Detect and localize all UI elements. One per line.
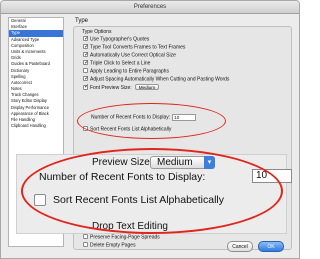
checkbox[interactable] (83, 242, 88, 247)
option-font-preview[interactable]: Font Preview Size:Medium (83, 83, 160, 91)
zoom-drop-text-label: Drop Text Editing (92, 221, 168, 232)
option-label: Font Preview Size: (90, 85, 132, 91)
cancel-button[interactable]: Cancel (227, 241, 253, 252)
option-label: Preserve Facing-Page Spreads (90, 234, 160, 241)
recent-fonts-label: Number of Recent Fonts to Display: (91, 114, 171, 121)
option-label: Use Typographer's Quotes (90, 36, 150, 43)
checkbox[interactable] (83, 75, 89, 82)
checkbox[interactable] (83, 35, 89, 42)
recent-fonts-row: Number of Recent Fonts to Display: 10 (91, 114, 197, 121)
recent-fonts-input[interactable]: 10 (172, 114, 197, 121)
ok-button[interactable]: OK (258, 241, 284, 252)
checkbox[interactable] (83, 234, 88, 239)
window-title: Preferences (1, 1, 299, 14)
option-label: Apply Leading to Entire Paragraphs (90, 68, 169, 75)
checkbox[interactable] (83, 51, 89, 58)
option-optical-size[interactable]: Automatically Use Correct Optical Size (83, 51, 176, 59)
checkbox[interactable] (83, 59, 89, 66)
checkbox[interactable] (83, 83, 89, 90)
option-sort-recent[interactable]: Sort Recent Fonts List Alphabetically (83, 126, 171, 133)
zoom-font-preview-label: Preview Size: (92, 157, 153, 168)
option-label: Automatically Use Correct Optical Size (90, 52, 176, 59)
option-label: Sort Recent Fonts List Alphabetically (90, 126, 172, 133)
option-label: Adjust Spacing Automatically When Cuttin… (90, 76, 230, 83)
font-preview-select[interactable]: Medium (134, 84, 160, 90)
option-label: Type Tool Converts Frames to Text Frames (90, 44, 186, 51)
preferences-window: Preferences General Interface Type Advan… (0, 0, 300, 259)
zoom-sort-checkbox[interactable] (34, 194, 46, 206)
option-delete-empty-pages[interactable]: Delete Empty Pages (83, 242, 136, 249)
sidebar-item-clipboard[interactable]: Clipboard Handling (9, 123, 63, 129)
option-typographers-quotes[interactable]: Use Typographer's Quotes (83, 35, 150, 43)
checkbox[interactable] (83, 126, 88, 131)
zoom-sort-label: Sort Recent Fonts List Alphabetically (53, 194, 225, 206)
option-label: Delete Empty Pages (90, 242, 136, 249)
option-adjust-spacing[interactable]: Adjust Spacing Automatically When Cuttin… (83, 75, 230, 83)
option-label: Triple Click to Select a Line (90, 60, 151, 67)
option-triple-click[interactable]: Triple Click to Select a Line (83, 59, 151, 67)
option-apply-leading[interactable]: Apply Leading to Entire Paragraphs (83, 68, 169, 75)
option-type-tool-converts[interactable]: Type Tool Converts Frames to Text Frames (83, 43, 186, 51)
checkbox[interactable] (83, 43, 89, 50)
section-title: Type (75, 18, 89, 24)
option-preserve-facing[interactable]: Preserve Facing-Page Spreads (83, 234, 160, 241)
zoom-recent-fonts-label: Number of Recent Fonts to Display: (39, 171, 206, 183)
zoom-recent-fonts-input[interactable]: 10 (252, 169, 292, 183)
select-arrows-icon: ▾ (204, 156, 215, 169)
checkbox[interactable] (83, 68, 88, 73)
